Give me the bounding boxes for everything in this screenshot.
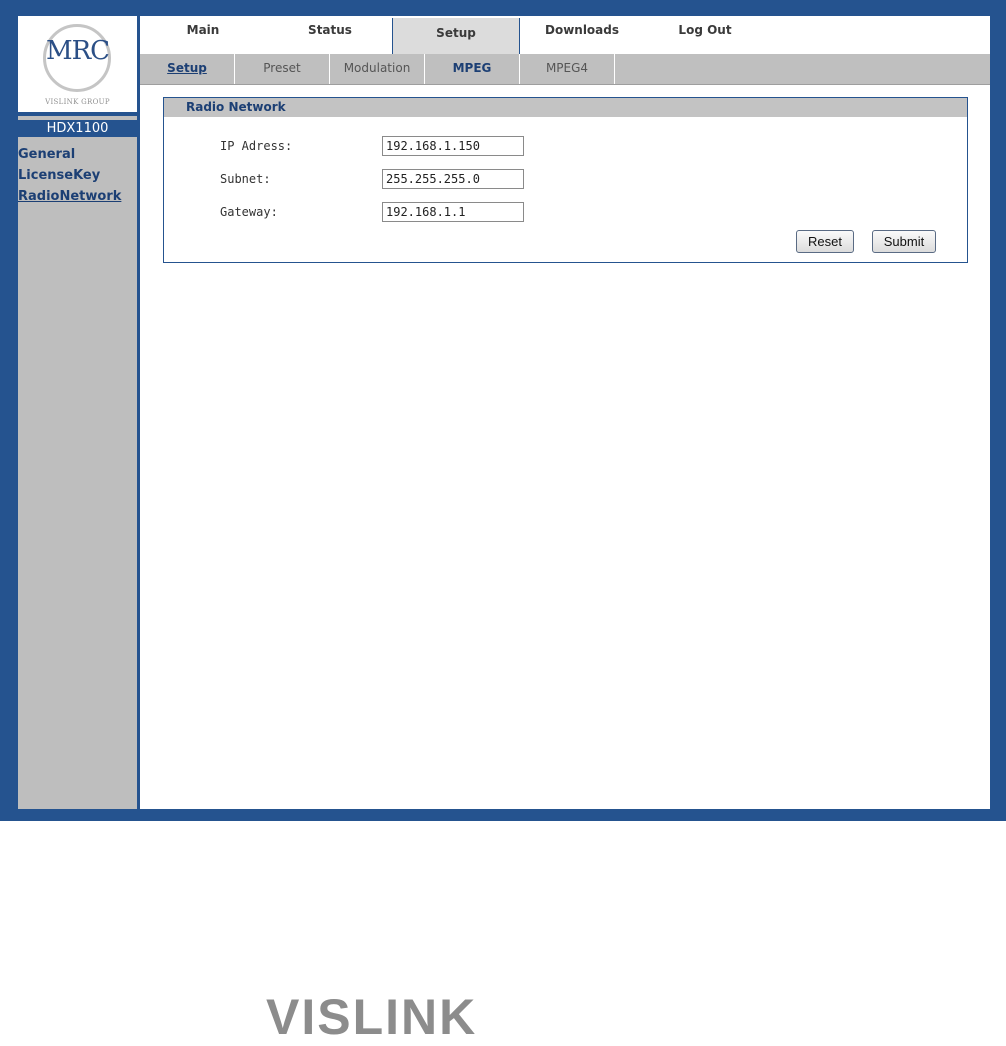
subtab-mpeg4[interactable]: MPEG4 [520,54,615,84]
device-name: HDX1100 [18,120,137,137]
top-tabs: Main Status Setup Downloads Log Out [140,16,990,55]
subtab-mpeg[interactable]: MPEG [425,54,520,84]
sub-tabs: Setup Preset Modulation MPEG MPEG4 [140,54,990,85]
subnet-label: Subnet: [220,172,271,186]
tab-logout[interactable]: Log Out [660,16,750,54]
radio-network-panel: Radio Network IP Adress: Subnet: Gateway… [163,97,968,263]
sidebar-item-licensekey[interactable]: LicenseKey [18,167,137,185]
tab-main[interactable]: Main [168,16,238,54]
logo-subtitle: VISLINK GROUP [45,98,110,106]
panel-header: Radio Network [164,98,967,117]
ip-address-label: IP Adress: [220,139,293,153]
sidebar-item-general[interactable]: General [18,146,137,164]
subnet-input[interactable] [382,169,524,189]
brand-logo: VISLINK [266,989,478,1045]
logo: MRC VISLINK GROUP [18,16,137,112]
ip-address-input[interactable] [382,136,524,156]
tab-setup[interactable]: Setup [392,18,520,55]
subtab-modulation[interactable]: Modulation [330,54,425,84]
reset-button[interactable]: Reset [796,230,854,253]
sidebar-item-radionetwork[interactable]: RadioNetwork [18,188,137,206]
subtab-preset[interactable]: Preset [235,54,330,84]
panel-title: Radio Network [186,100,286,114]
gateway-input[interactable] [382,202,524,222]
logo-text: MRC [45,36,110,66]
tab-downloads[interactable]: Downloads [532,16,632,54]
gateway-label: Gateway: [220,205,278,219]
submit-button[interactable]: Submit [872,230,936,253]
subtab-setup[interactable]: Setup [140,54,235,84]
sidebar [18,116,137,809]
tab-status[interactable]: Status [290,16,370,54]
